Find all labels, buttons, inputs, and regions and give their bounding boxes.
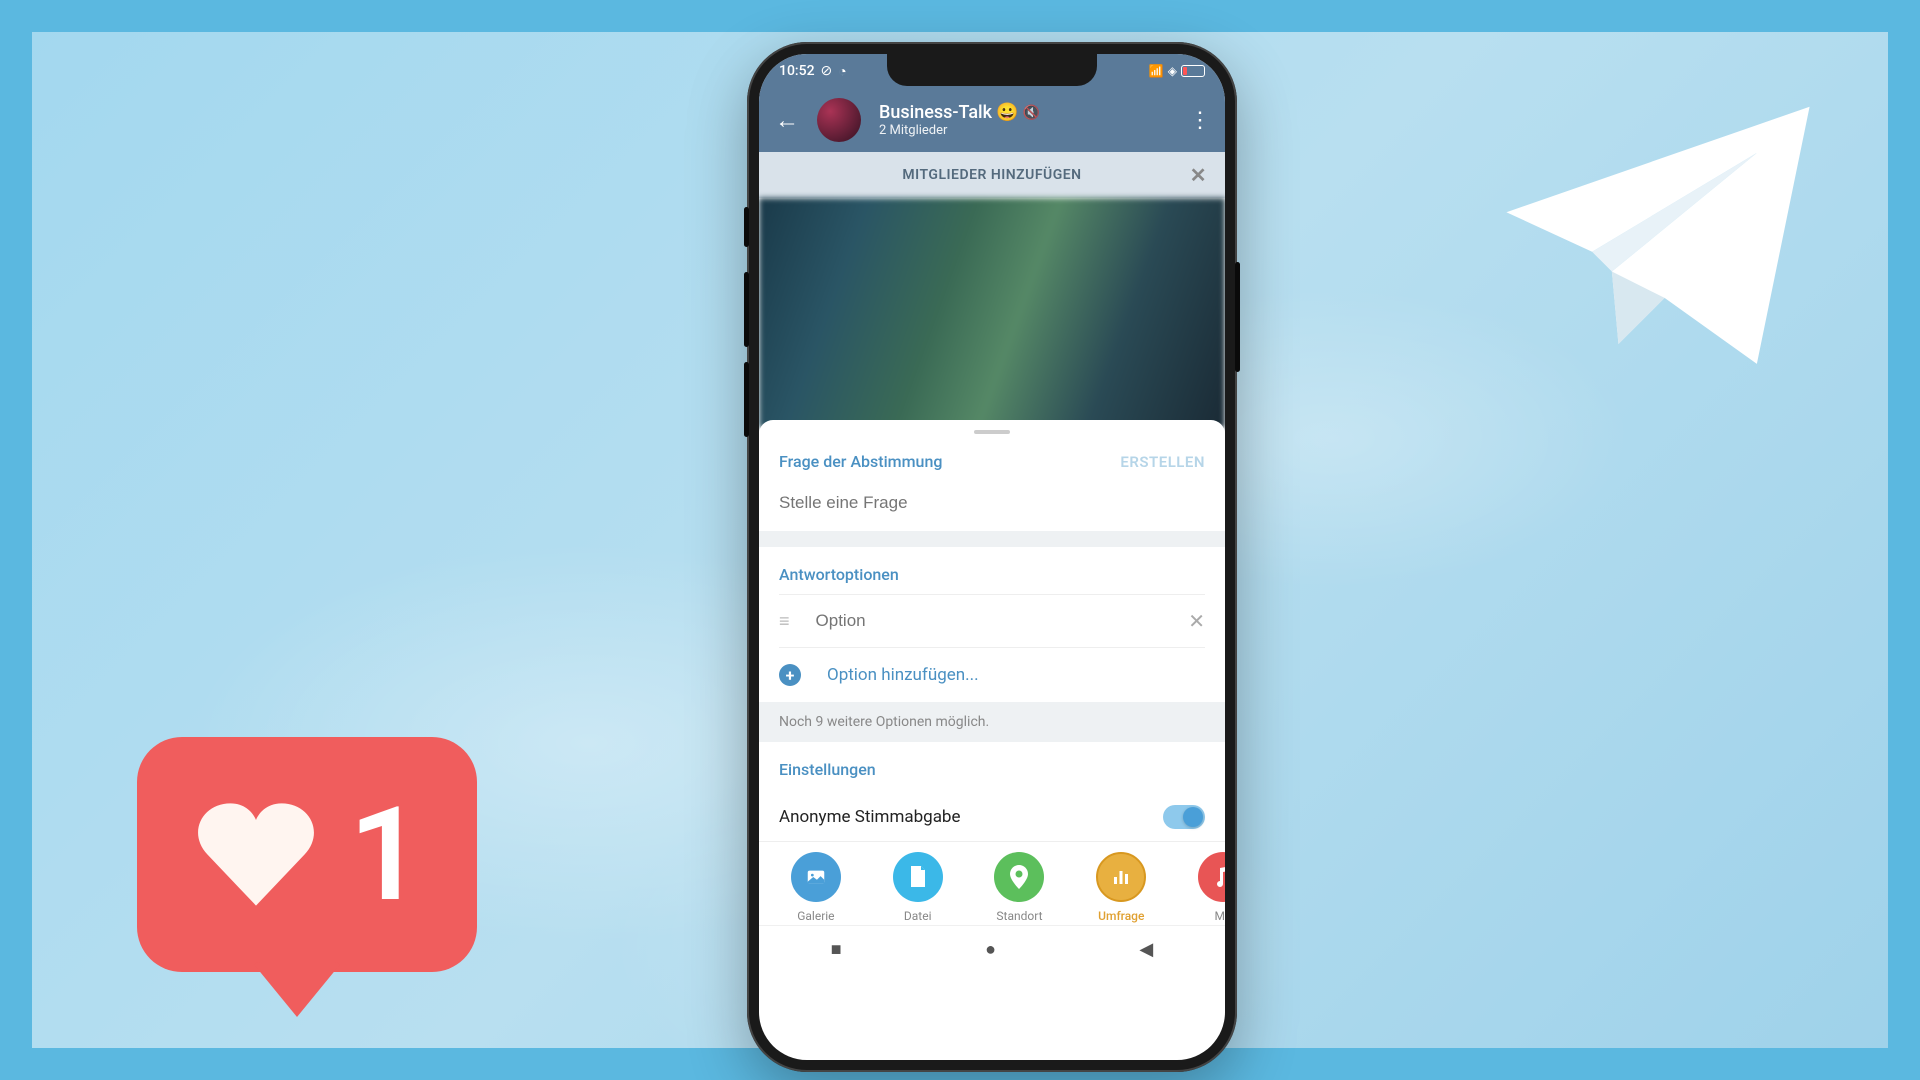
remove-option-icon[interactable]: ✕ — [1188, 609, 1205, 633]
anonymous-toggle[interactable] — [1163, 805, 1205, 829]
like-bubble: 1 — [137, 737, 477, 972]
phone-frame: 10:52 ⊘ ◔ 📶 ◈ ← Business-Talk 😀 — [747, 42, 1237, 1072]
anonymous-setting-row: Anonyme Stimmabgabe — [779, 789, 1205, 841]
phone-power-button — [1235, 262, 1240, 372]
add-members-bar[interactable]: MITGLIEDER HINZUFÜGEN ✕ — [759, 152, 1225, 198]
signal-icon: 📶 — [1149, 64, 1164, 78]
music-label: Mu — [1215, 909, 1225, 923]
attach-location[interactable]: Standort — [974, 852, 1064, 923]
battery-icon — [1181, 65, 1205, 77]
wifi-icon: ◈ — [1168, 64, 1177, 78]
file-icon — [893, 852, 943, 902]
drag-handle-icon[interactable]: ≡ — [779, 611, 790, 632]
answers-section-title: Antwortoptionen — [779, 547, 1205, 594]
poll-sheet: Frage der Abstimmung ERSTELLEN Antwortop… — [759, 420, 1225, 973]
back-arrow-icon[interactable]: ← — [775, 106, 799, 135]
create-button[interactable]: ERSTELLEN — [1120, 453, 1205, 471]
heart-icon — [191, 797, 321, 912]
poll-label: Umfrage — [1098, 909, 1144, 923]
anonymous-label: Anonyme Stimmabgabe — [779, 807, 961, 827]
phone-screen: 10:52 ⊘ ◔ 📶 ◈ ← Business-Talk 😀 — [759, 54, 1225, 1060]
chat-subtitle: 2 Mitglieder — [879, 123, 1171, 138]
nav-back-icon[interactable]: ◀ — [1139, 939, 1153, 960]
location-icon — [994, 852, 1044, 902]
phone-mute-switch — [744, 207, 749, 247]
options-remaining-hint: Noch 9 weitere Optionen möglich. — [759, 702, 1225, 742]
section-gap — [759, 531, 1225, 547]
music-icon — [1198, 852, 1225, 902]
attach-music[interactable]: Mu — [1178, 852, 1225, 923]
android-nav-bar: ■ ● ◀ — [759, 925, 1225, 973]
nav-recent-icon[interactable]: ■ — [831, 939, 842, 960]
chat-title-block[interactable]: Business-Talk 😀 🔇 2 Mitglieder — [879, 102, 1171, 138]
alarm-off-icon: ⊘ — [821, 63, 833, 79]
option-input[interactable] — [816, 611, 1163, 631]
plus-icon: + — [779, 664, 801, 686]
file-label: Datei — [904, 909, 932, 923]
add-members-label: MITGLIEDER HINZUFÜGEN — [902, 167, 1081, 183]
status-time: 10:52 — [779, 63, 815, 79]
whatsapp-icon: ◔ — [838, 63, 846, 80]
like-badge: 1 — [137, 737, 477, 1037]
location-label: Standort — [996, 909, 1042, 923]
option-row: ≡ ✕ — [779, 594, 1205, 647]
more-options-icon[interactable]: ⋮ — [1189, 108, 1209, 133]
telegram-logo-icon — [1493, 87, 1823, 377]
attach-poll[interactable]: Umfrage — [1076, 852, 1166, 923]
nav-home-icon[interactable]: ● — [985, 939, 996, 960]
group-avatar[interactable] — [817, 98, 861, 142]
close-icon[interactable]: ✕ — [1190, 163, 1207, 187]
chat-emoji: 😀 — [996, 102, 1018, 123]
settings-section-title: Einstellungen — [779, 742, 1205, 789]
question-section-title: Frage der Abstimmung — [779, 452, 942, 471]
phone-volume-up — [744, 272, 749, 347]
attach-file[interactable]: Datei — [873, 852, 963, 923]
phone-notch — [887, 54, 1097, 86]
background-frame: 1 10:52 ⊘ ◔ 📶 ◈ — [32, 32, 1888, 1048]
question-input[interactable] — [779, 485, 1205, 531]
like-count: 1 — [349, 778, 423, 931]
toggle-knob — [1183, 807, 1203, 827]
attach-gallery[interactable]: Galerie — [771, 852, 861, 923]
phone-volume-down — [744, 362, 749, 437]
add-option-button[interactable]: + Option hinzufügen... — [779, 647, 1205, 702]
chat-title: Business-Talk — [879, 102, 992, 123]
chat-header: ← Business-Talk 😀 🔇 2 Mitglieder ⋮ — [759, 88, 1225, 152]
sheet-handle[interactable] — [974, 430, 1010, 434]
gallery-label: Galerie — [797, 909, 834, 923]
poll-icon — [1096, 852, 1146, 902]
muted-icon: 🔇 — [1022, 105, 1039, 121]
chat-background — [759, 198, 1225, 428]
attachment-row: Galerie Datei Standort — [759, 841, 1225, 925]
add-option-label: Option hinzufügen... — [827, 665, 979, 685]
gallery-icon — [791, 852, 841, 902]
